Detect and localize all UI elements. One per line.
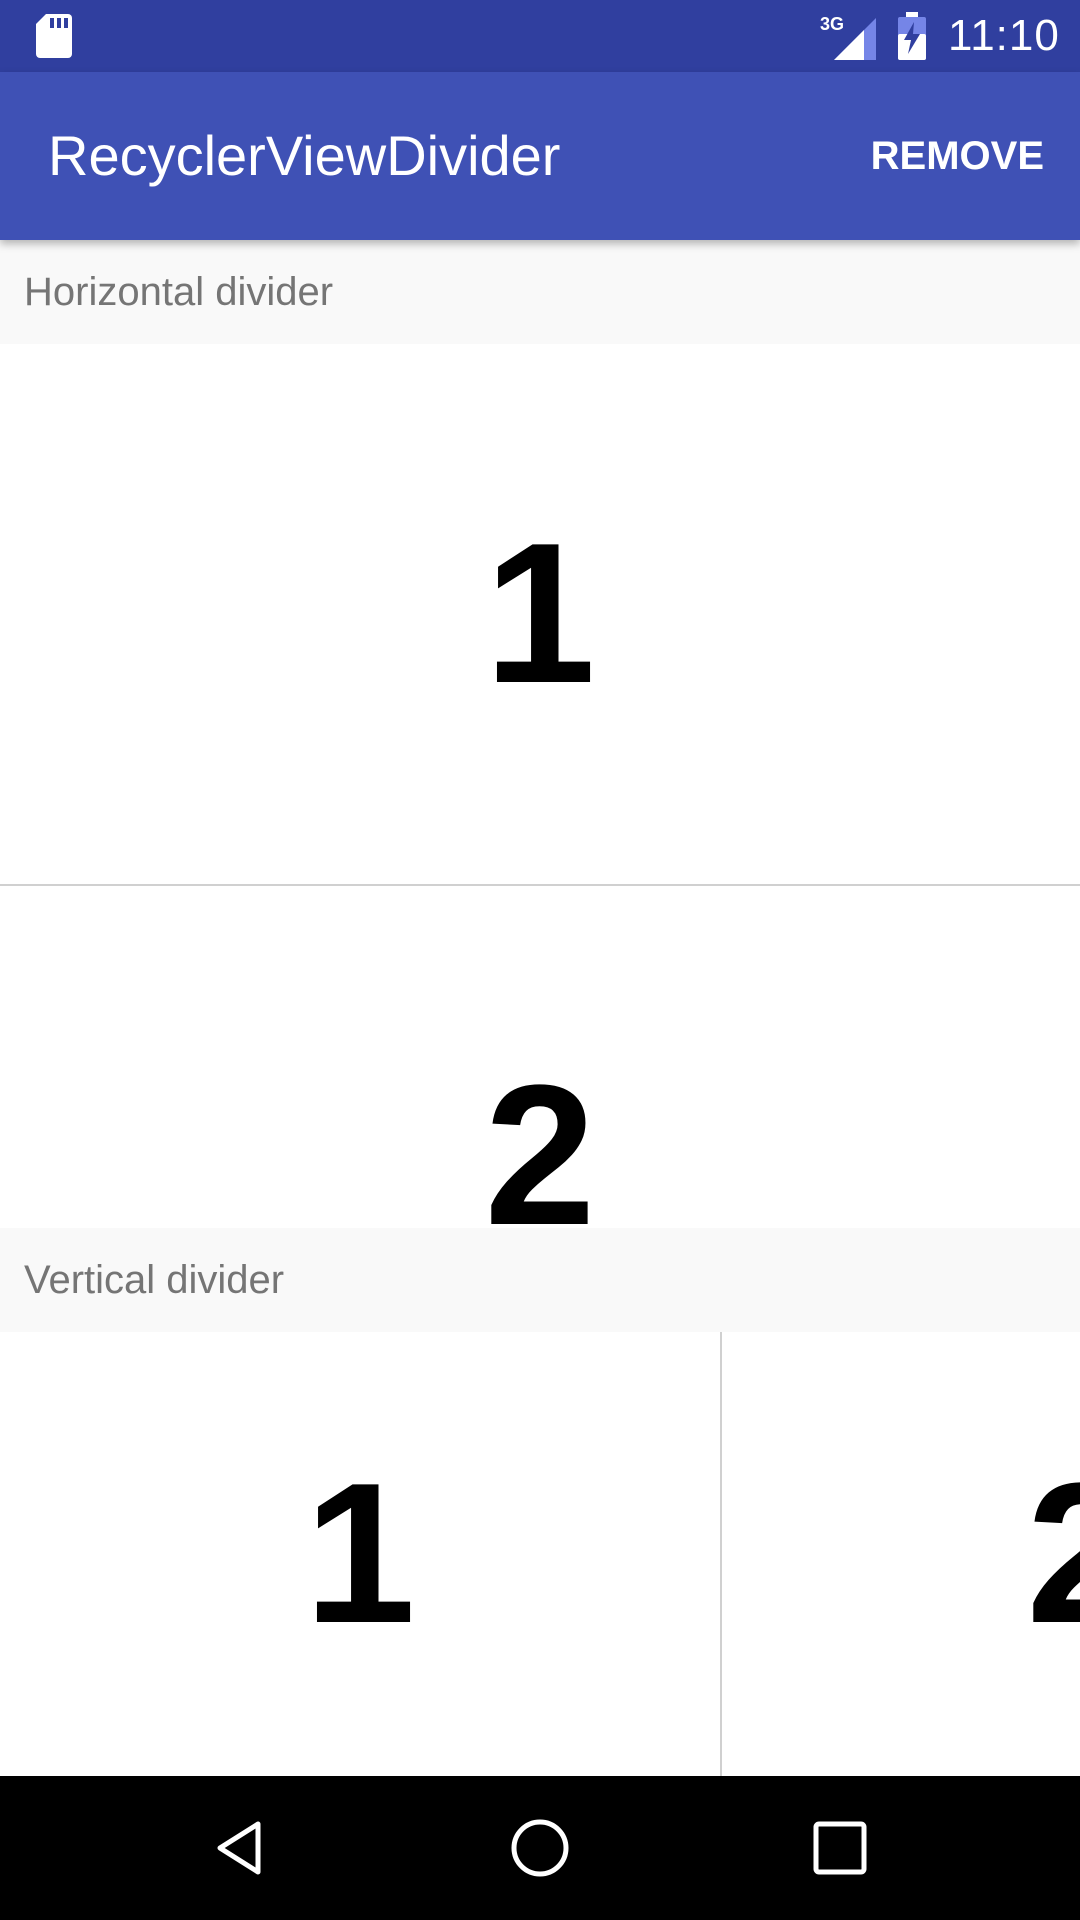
list-item[interactable]: 2 (722, 1332, 1080, 1776)
list-item-number: 1 (304, 1442, 416, 1665)
remove-button[interactable]: REMOVE (867, 72, 1048, 240)
sd-card-icon (36, 14, 72, 58)
status-bar: 3G 11:10 (0, 0, 1080, 72)
vertical-list[interactable]: 1 2 (0, 1332, 1080, 1776)
back-icon[interactable] (208, 1816, 272, 1880)
horizontal-divider-label: Horizontal divider (24, 270, 334, 314)
list-item[interactable]: 2 (0, 886, 1080, 1229)
vertical-divider-label: Vertical divider (24, 1258, 285, 1302)
list-item-number: 1 (484, 502, 596, 725)
list-item[interactable]: 1 (0, 344, 1080, 884)
recents-icon[interactable] (808, 1816, 872, 1880)
home-icon[interactable] (508, 1816, 572, 1880)
status-time: 11:10 (948, 11, 1060, 60)
battery-charging-icon (898, 12, 926, 60)
horizontal-list[interactable]: 1 2 (0, 344, 1080, 1228)
horizontal-divider-header: Horizontal divider (0, 240, 1080, 344)
navigation-bar (0, 1776, 1080, 1920)
vertical-divider-header: Vertical divider (0, 1228, 1080, 1332)
app-bar: RecyclerViewDivider REMOVE (0, 72, 1080, 240)
signal-icon: 3G (820, 14, 876, 60)
list-item-number: 2 (484, 1044, 596, 1229)
list-item[interactable]: 1 (0, 1332, 720, 1776)
network-type-label: 3G (820, 14, 844, 34)
list-item-number: 2 (1026, 1454, 1080, 1654)
screen: 3G 11:10 RecyclerViewDivider REMOVE Hori… (0, 0, 1080, 1920)
app-title: RecyclerViewDivider (48, 124, 561, 187)
